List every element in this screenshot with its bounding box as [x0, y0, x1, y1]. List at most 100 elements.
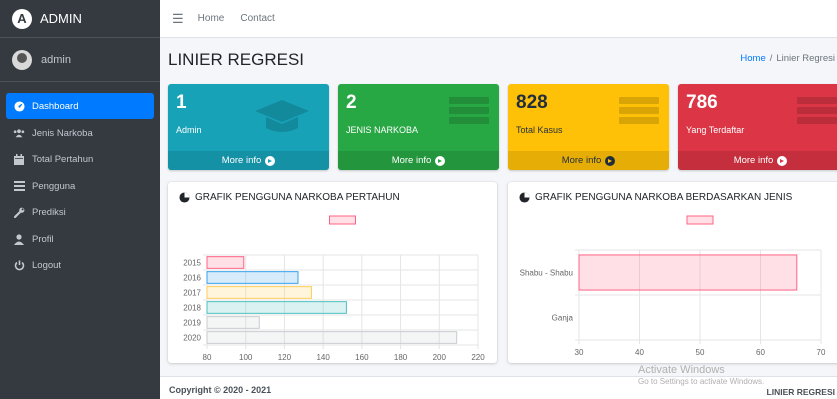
users-icon — [12, 127, 26, 139]
stat-box-yang-terdaftar: 786 Yang Terdaftar More info — [678, 84, 837, 170]
menu-toggle-icon[interactable]: ☰ — [172, 11, 184, 27]
x-tick-label: 100 — [239, 353, 253, 362]
sidebar: A ADMIN admin Dashboard Jenis Narkoba To… — [0, 0, 160, 399]
more-info-link[interactable]: More info — [338, 151, 499, 170]
more-info-label: More info — [561, 155, 602, 166]
y-tick-label: Ganja — [552, 314, 574, 323]
x-tick-label: 200 — [433, 353, 447, 362]
stat-value: 828 — [516, 92, 548, 113]
brand-title: ADMIN — [40, 11, 82, 26]
activate-windows-watermark: Activate Windows Go to Settings to activ… — [638, 364, 764, 386]
breadcrumb-separator: / — [769, 53, 773, 64]
sidebar-item-total-pertahun[interactable]: Total Pertahun — [6, 147, 154, 173]
sidebar-item-prediksi[interactable]: Prediksi — [6, 200, 154, 226]
x-tick-label: 70 — [817, 348, 826, 357]
x-tick-label: 80 — [203, 353, 212, 362]
brand-logo: A — [12, 8, 32, 29]
bar-chart-jenis: 30 40 50 60 70 Shabu - Shabu Ganja — [520, 215, 826, 357]
sidebar-nav: Dashboard Jenis Narkoba Total Pertahun P… — [0, 82, 160, 279]
stat-value: 786 — [686, 92, 718, 113]
stat-box-jenis-narkoba: 2 JENIS NARKOBA More info — [338, 84, 499, 170]
more-info-link[interactable]: More info — [508, 151, 669, 170]
card-header: GRAFIK PENGGUNA NARKOBA PERTAHUN — [168, 182, 497, 212]
bar — [206, 271, 299, 284]
pie-chart-icon — [519, 191, 530, 203]
bar-chart-pertahun: 80 100 120 140 160 180 200 220 2015 2016 2017 2018 2… — [183, 215, 485, 362]
sidebar-item-label: Prediksi — [32, 207, 66, 218]
breadcrumb-home-link[interactable]: Home — [740, 53, 765, 64]
y-tick-label: 2018 — [183, 304, 201, 313]
user-name: admin — [41, 53, 71, 66]
nav-contact-link[interactable]: Contact — [240, 13, 274, 24]
bar — [206, 256, 245, 269]
x-tick-label: 60 — [756, 348, 765, 357]
sidebar-item-logout[interactable]: Logout — [6, 253, 154, 279]
bar-chart-icon — [619, 97, 659, 127]
top-navbar: ☰ Home Contact — [160, 0, 837, 38]
arrow-circle-right-icon — [605, 155, 616, 166]
user-panel[interactable]: admin — [0, 38, 160, 82]
more-info-link[interactable]: More info — [168, 151, 329, 170]
avatar — [12, 49, 32, 70]
sidebar-item-profil[interactable]: Profil — [6, 226, 154, 252]
user-icon — [12, 233, 26, 245]
x-tick-label: 220 — [471, 353, 485, 362]
stat-value: 1 — [176, 92, 187, 113]
sidebar-item-jenis-narkoba[interactable]: Jenis Narkoba — [6, 120, 154, 146]
bar — [206, 331, 458, 344]
stat-value: 2 — [346, 92, 357, 113]
more-info-label: More info — [221, 155, 262, 166]
sidebar-item-dashboard[interactable]: Dashboard — [6, 93, 154, 119]
more-info-link[interactable]: More info — [678, 151, 837, 170]
sidebar-item-label: Dashboard — [32, 100, 79, 112]
pie-chart-icon — [179, 191, 190, 203]
sidebar-item-label: Profil — [32, 233, 54, 245]
bar — [578, 254, 798, 291]
x-tick-label: 160 — [355, 353, 369, 362]
stat-label: Admin — [176, 125, 202, 135]
bar-chart-icon — [449, 97, 489, 127]
chart-card-pertahun: GRAFIK PENGGUNA NARKOBA PERTAHUN 80 100 12… — [168, 182, 497, 363]
y-tick-label: 2020 — [183, 334, 201, 343]
y-tick-label: 2015 — [183, 259, 201, 268]
watermark-title: Activate Windows — [638, 364, 725, 376]
bar — [206, 301, 347, 314]
nav-home-link[interactable]: Home — [198, 13, 225, 24]
legend-swatch — [329, 215, 356, 225]
card-title: GRAFIK PENGGUNA NARKOBA BERDASARKAN JENI… — [535, 191, 793, 203]
x-tick-label: 30 — [575, 348, 584, 357]
watermark-subtitle: Go to Settings to activate Windows. — [638, 377, 765, 386]
sidebar-item-label: Jenis Narkoba — [32, 127, 93, 139]
brand-link[interactable]: A ADMIN — [0, 0, 160, 38]
card-header: GRAFIK PENGGUNA NARKOBA BERDASARKAN JENI… — [508, 182, 837, 212]
x-tick-label: 120 — [278, 353, 292, 362]
x-tick-label: 140 — [316, 353, 330, 362]
power-icon — [12, 260, 26, 272]
y-tick-label: 2019 — [183, 319, 201, 328]
sidebar-item-pengguna[interactable]: Pengguna — [6, 173, 154, 199]
y-tick-label: Shabu - Shabu — [520, 269, 573, 278]
wrench-icon — [12, 207, 26, 219]
chart-card-jenis: GRAFIK PENGGUNA NARKOBA BERDASARKAN JENI… — [508, 182, 837, 363]
page-title: LINIER REGRESI — [168, 50, 305, 69]
stat-box-admin: 1 Admin More info — [168, 84, 329, 170]
arrow-circle-right-icon — [435, 155, 446, 166]
bar — [206, 316, 260, 329]
stat-box-total-kasus: 828 Total Kasus More info — [508, 84, 669, 170]
list-icon — [12, 180, 26, 192]
arrow-circle-right-icon — [265, 155, 276, 166]
stat-label: JENIS NARKOBA — [346, 125, 419, 135]
x-tick-label: 50 — [696, 348, 705, 357]
bar-chart-icon — [797, 97, 837, 127]
y-tick-label: 2016 — [183, 274, 201, 283]
stat-label: Total Kasus — [516, 125, 563, 135]
sidebar-item-label: Pengguna — [32, 180, 76, 192]
sidebar-item-label: Total Pertahun — [32, 154, 94, 165]
arrow-circle-right-icon — [777, 155, 788, 166]
bar — [206, 286, 313, 299]
x-tick-label: 40 — [635, 348, 644, 357]
stat-label: Yang Terdaftar — [686, 125, 745, 135]
graduation-cap-icon — [255, 100, 309, 132]
y-tick-label: 2017 — [183, 289, 201, 298]
breadcrumb-current: Linier Regresi — [776, 53, 835, 64]
